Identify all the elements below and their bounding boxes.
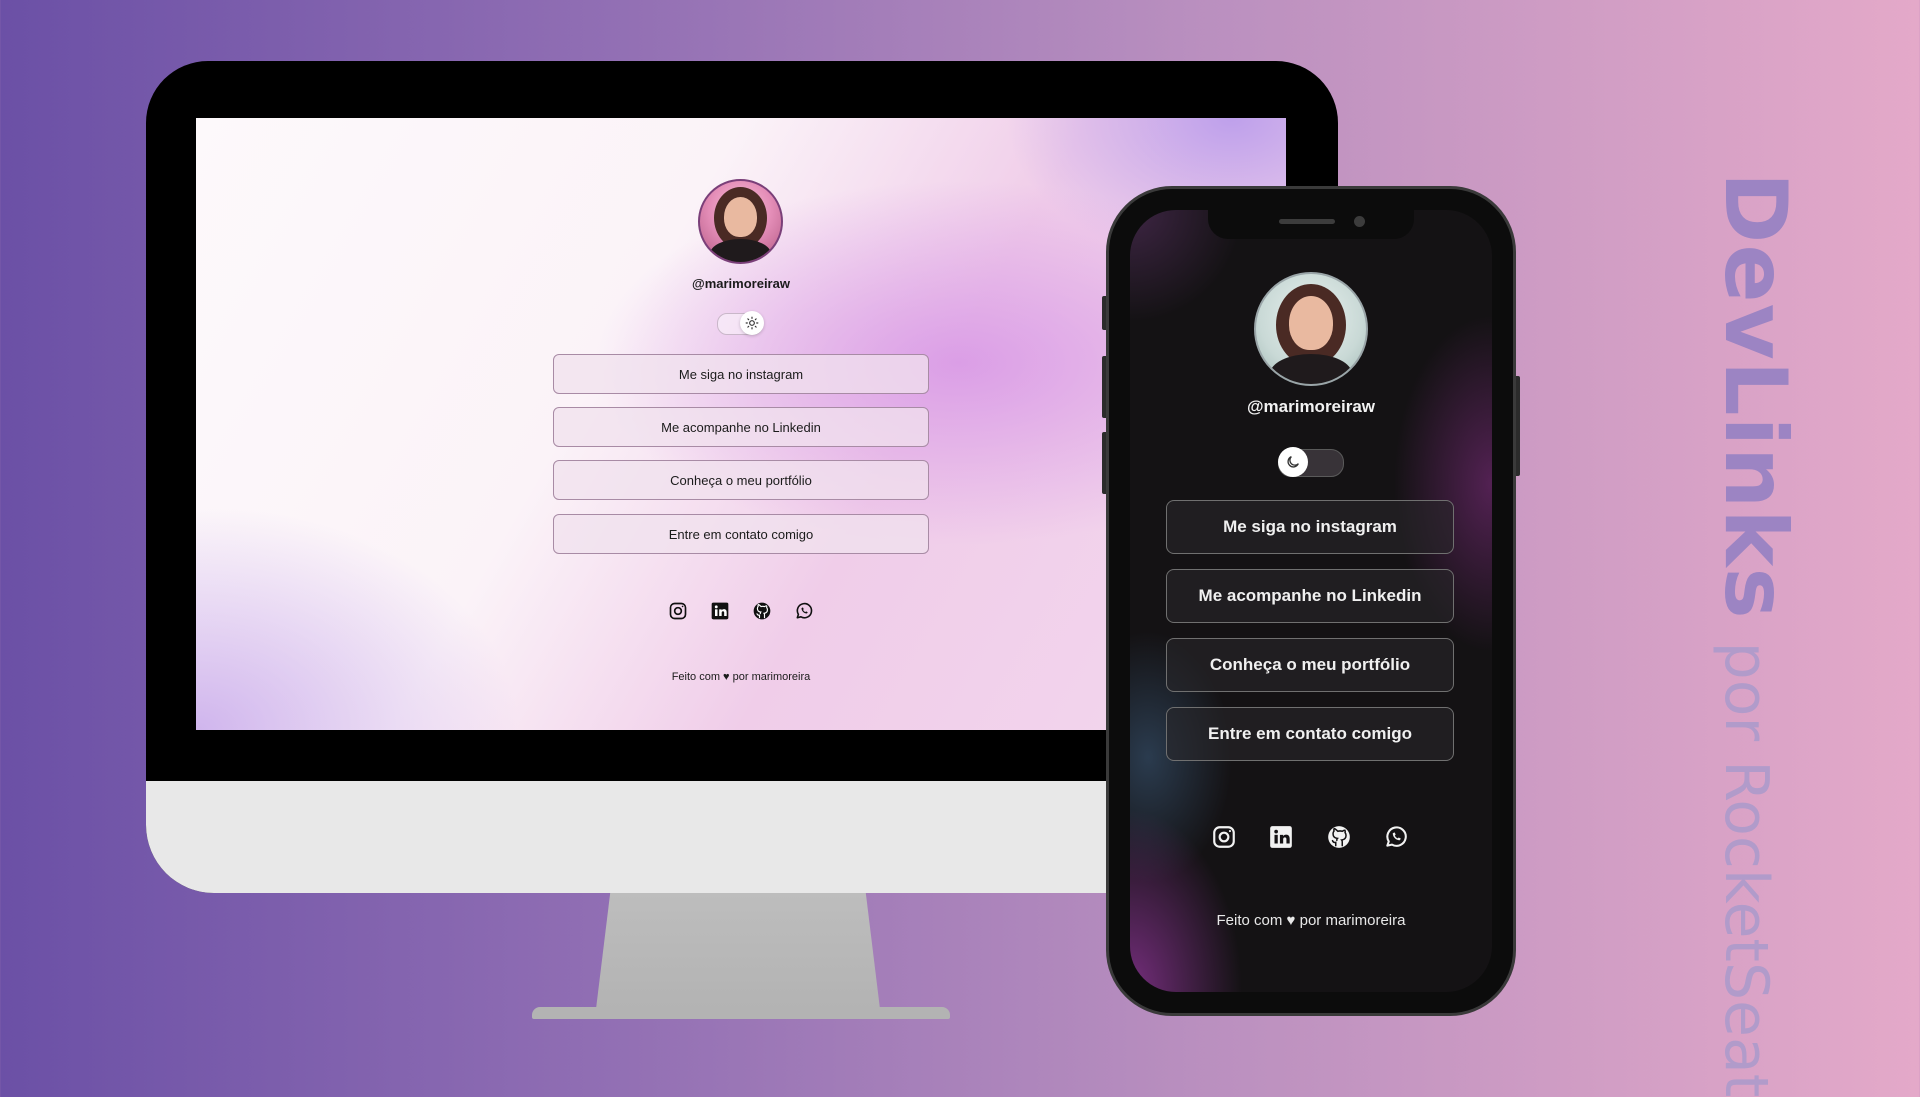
link-button-instagram[interactable]: Me siga no instagram <box>553 354 929 394</box>
linkedin-icon[interactable] <box>710 601 730 623</box>
social-links <box>668 601 814 623</box>
link-button-contact[interactable]: Entre em contato comigo <box>553 514 929 554</box>
phone-camera <box>1354 216 1365 227</box>
theme-toggle[interactable] <box>717 311 764 335</box>
whatsapp-icon[interactable] <box>794 601 814 623</box>
promo-brand: DevLinks <box>1705 172 1805 620</box>
link-button-portfolio[interactable]: Conheça o meu portfólio <box>1166 638 1454 692</box>
link-button-linkedin[interactable]: Me acompanhe no Linkedin <box>553 407 929 447</box>
promo-byline: por RocketSeat <box>1711 641 1781 1097</box>
github-icon[interactable] <box>1326 824 1352 852</box>
monitor-stand-neck <box>596 893 880 1009</box>
linkedin-icon[interactable] <box>1268 824 1294 852</box>
sun-icon <box>740 311 764 335</box>
phone-speaker <box>1279 219 1335 224</box>
theme-toggle[interactable] <box>1278 447 1344 477</box>
link-button-portfolio[interactable]: Conheça o meu portfólio <box>553 460 929 500</box>
profile-username: @marimoreiraw <box>1246 397 1376 416</box>
link-button-linkedin[interactable]: Me acompanhe no Linkedin <box>1166 569 1454 623</box>
github-icon[interactable] <box>752 601 772 623</box>
instagram-icon[interactable] <box>668 601 688 623</box>
instagram-icon[interactable] <box>1211 824 1237 852</box>
social-links <box>1211 824 1409 852</box>
phone-notch <box>1208 209 1414 239</box>
whatsapp-icon[interactable] <box>1383 824 1409 852</box>
phone-screen: @marimoreiraw Me siga no instagram Me ac… <box>1130 210 1492 992</box>
promo-title: DevLinks por RocketSeat <box>1705 172 1805 1097</box>
profile-avatar <box>698 179 783 264</box>
monitor-stand-foot <box>532 1007 950 1019</box>
profile-avatar <box>1254 272 1368 386</box>
link-button-instagram[interactable]: Me siga no instagram <box>1166 500 1454 554</box>
link-button-contact[interactable]: Entre em contato comigo <box>1166 707 1454 761</box>
footer-credit: Feito com ♥ por marimoreira <box>1216 912 1406 929</box>
moon-icon <box>1278 447 1308 477</box>
